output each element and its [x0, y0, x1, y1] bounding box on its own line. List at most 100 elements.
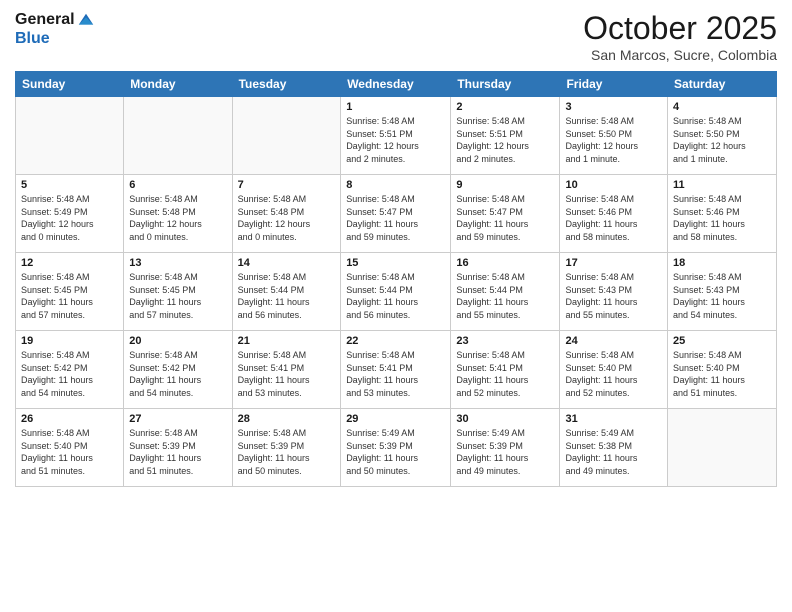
- day-number: 7: [238, 179, 336, 191]
- calendar-week-row: 26 Sunrise: 5:48 AM Sunset: 5:40 PM Dayli…: [16, 409, 777, 487]
- weekday-header-saturday: Saturday: [668, 72, 777, 97]
- day-info: Sunrise: 5:48 AM Sunset: 5:40 PM Dayligh…: [565, 349, 662, 399]
- day-number: 31: [565, 413, 662, 425]
- title-section: October 2025 San Marcos, Sucre, Colombia: [583, 10, 777, 63]
- day-number: 18: [673, 257, 771, 269]
- day-info: Sunrise: 5:49 AM Sunset: 5:39 PM Dayligh…: [456, 427, 554, 477]
- weekday-header-tuesday: Tuesday: [232, 72, 341, 97]
- day-info: Sunrise: 5:48 AM Sunset: 5:40 PM Dayligh…: [21, 427, 118, 477]
- calendar-cell: 27 Sunrise: 5:48 AM Sunset: 5:39 PM Dayli…: [124, 409, 232, 487]
- day-info: Sunrise: 5:48 AM Sunset: 5:48 PM Dayligh…: [238, 193, 336, 243]
- calendar-cell: 7 Sunrise: 5:48 AM Sunset: 5:48 PM Daylig…: [232, 175, 341, 253]
- calendar-cell: [16, 97, 124, 175]
- day-number: 10: [565, 179, 662, 191]
- day-info: Sunrise: 5:48 AM Sunset: 5:41 PM Dayligh…: [456, 349, 554, 399]
- day-number: 12: [21, 257, 118, 269]
- day-number: 29: [346, 413, 445, 425]
- location: San Marcos, Sucre, Colombia: [583, 47, 777, 63]
- day-number: 17: [565, 257, 662, 269]
- calendar-cell: 28Sunrise: 5:48 AM Sunset: 5:39 PM Dayli…: [232, 409, 341, 487]
- calendar-cell: 13 Sunrise: 5:48 AM Sunset: 5:45 PM Dayli…: [124, 253, 232, 331]
- calendar-cell: 25 Sunrise: 5:48 AM Sunset: 5:40 PM Dayli…: [668, 331, 777, 409]
- day-number: 2: [456, 101, 554, 113]
- logo-icon: [77, 12, 95, 30]
- day-info: Sunrise: 5:49 AM Sunset: 5:39 PM Dayligh…: [346, 427, 445, 477]
- calendar-cell: 2 Sunrise: 5:48 AM Sunset: 5:51 PM Daylig…: [451, 97, 560, 175]
- weekday-header-friday: Friday: [560, 72, 668, 97]
- day-number: 19: [21, 335, 118, 347]
- calendar-cell: 19 Sunrise: 5:48 AM Sunset: 5:42 PM Dayli…: [16, 331, 124, 409]
- calendar-cell: 3 Sunrise: 5:48 AM Sunset: 5:50 PM Daylig…: [560, 97, 668, 175]
- day-number: 21: [238, 335, 336, 347]
- day-number: 14: [238, 257, 336, 269]
- weekday-header-wednesday: Wednesday: [341, 72, 451, 97]
- calendar-cell: 16 Sunrise: 5:48 AM Sunset: 5:44 PM Dayli…: [451, 253, 560, 331]
- day-number: 13: [129, 257, 226, 269]
- day-info: Sunrise: 5:49 AM Sunset: 5:38 PM Dayligh…: [565, 427, 662, 477]
- day-info: Sunrise: 5:48 AM Sunset: 5:39 PM Dayligh…: [129, 427, 226, 477]
- day-number: 3: [565, 101, 662, 113]
- calendar-cell: [232, 97, 341, 175]
- day-info: Sunrise: 5:48 AM Sunset: 5:46 PM Dayligh…: [673, 193, 771, 243]
- day-number: 26: [21, 413, 118, 425]
- day-info: Sunrise: 5:48 AM Sunset: 5:51 PM Dayligh…: [456, 115, 554, 165]
- day-number: 27: [129, 413, 226, 425]
- day-info: Sunrise: 5:48 AM Sunset: 5:49 PM Dayligh…: [21, 193, 118, 243]
- day-info: Sunrise: 5:48 AM Sunset: 5:43 PM Dayligh…: [565, 271, 662, 321]
- day-info: Sunrise: 5:48 AM Sunset: 5:39 PM Dayligh…: [238, 427, 336, 477]
- calendar-cell: [124, 97, 232, 175]
- calendar-cell: 23 Sunrise: 5:48 AM Sunset: 5:41 PM Dayli…: [451, 331, 560, 409]
- page: General Blue October 2025 San Marcos, Su…: [0, 0, 792, 612]
- day-info: Sunrise: 5:48 AM Sunset: 5:40 PM Dayligh…: [673, 349, 771, 399]
- calendar-cell: 20Sunrise: 5:48 AM Sunset: 5:42 PM Dayli…: [124, 331, 232, 409]
- day-number: 11: [673, 179, 771, 191]
- day-number: 20: [129, 335, 226, 347]
- calendar-week-row: 1 Sunrise: 5:48 AM Sunset: 5:51 PM Daylig…: [16, 97, 777, 175]
- day-number: 8: [346, 179, 445, 191]
- calendar-cell: [668, 409, 777, 487]
- day-number: 6: [129, 179, 226, 191]
- day-number: 25: [673, 335, 771, 347]
- logo: General Blue: [15, 10, 95, 48]
- day-info: Sunrise: 5:48 AM Sunset: 5:45 PM Dayligh…: [21, 271, 118, 321]
- calendar-cell: 12 Sunrise: 5:48 AM Sunset: 5:45 PM Dayli…: [16, 253, 124, 331]
- day-info: Sunrise: 5:48 AM Sunset: 5:47 PM Dayligh…: [456, 193, 554, 243]
- day-number: 23: [456, 335, 554, 347]
- day-info: Sunrise: 5:48 AM Sunset: 5:42 PM Dayligh…: [21, 349, 118, 399]
- calendar-cell: 4Sunrise: 5:48 AM Sunset: 5:50 PM Daylig…: [668, 97, 777, 175]
- day-info: Sunrise: 5:48 AM Sunset: 5:41 PM Dayligh…: [238, 349, 336, 399]
- calendar-cell: 31 Sunrise: 5:49 AM Sunset: 5:38 PM Dayli…: [560, 409, 668, 487]
- calendar-cell: 9Sunrise: 5:48 AM Sunset: 5:47 PM Daylig…: [451, 175, 560, 253]
- day-number: 22: [346, 335, 445, 347]
- calendar-cell: 10Sunrise: 5:48 AM Sunset: 5:46 PM Dayli…: [560, 175, 668, 253]
- calendar-cell: 26 Sunrise: 5:48 AM Sunset: 5:40 PM Dayli…: [16, 409, 124, 487]
- day-info: Sunrise: 5:48 AM Sunset: 5:50 PM Dayligh…: [565, 115, 662, 165]
- month-title: October 2025: [583, 10, 777, 47]
- day-info: Sunrise: 5:48 AM Sunset: 5:45 PM Dayligh…: [129, 271, 226, 321]
- calendar-cell: 30 Sunrise: 5:49 AM Sunset: 5:39 PM Dayli…: [451, 409, 560, 487]
- day-info: Sunrise: 5:48 AM Sunset: 5:50 PM Dayligh…: [673, 115, 771, 165]
- day-number: 1: [346, 101, 445, 113]
- calendar-cell: 5 Sunrise: 5:48 AM Sunset: 5:49 PM Daylig…: [16, 175, 124, 253]
- weekday-header-sunday: Sunday: [16, 72, 124, 97]
- calendar-cell: 14Sunrise: 5:48 AM Sunset: 5:44 PM Dayli…: [232, 253, 341, 331]
- calendar-week-row: 5 Sunrise: 5:48 AM Sunset: 5:49 PM Daylig…: [16, 175, 777, 253]
- day-info: Sunrise: 5:48 AM Sunset: 5:48 PM Dayligh…: [129, 193, 226, 243]
- day-number: 16: [456, 257, 554, 269]
- calendar-week-row: 12 Sunrise: 5:48 AM Sunset: 5:45 PM Dayli…: [16, 253, 777, 331]
- day-info: Sunrise: 5:48 AM Sunset: 5:44 PM Dayligh…: [456, 271, 554, 321]
- day-number: 30: [456, 413, 554, 425]
- calendar-cell: 18 Sunrise: 5:48 AM Sunset: 5:43 PM Dayli…: [668, 253, 777, 331]
- calendar-cell: 11 Sunrise: 5:48 AM Sunset: 5:46 PM Dayli…: [668, 175, 777, 253]
- calendar-cell: 21 Sunrise: 5:48 AM Sunset: 5:41 PM Dayli…: [232, 331, 341, 409]
- day-info: Sunrise: 5:48 AM Sunset: 5:43 PM Dayligh…: [673, 271, 771, 321]
- day-number: 5: [21, 179, 118, 191]
- calendar-cell: 22 Sunrise: 5:48 AM Sunset: 5:41 PM Dayli…: [341, 331, 451, 409]
- day-info: Sunrise: 5:48 AM Sunset: 5:41 PM Dayligh…: [346, 349, 445, 399]
- day-info: Sunrise: 5:48 AM Sunset: 5:47 PM Dayligh…: [346, 193, 445, 243]
- weekday-header-monday: Monday: [124, 72, 232, 97]
- calendar-cell: 1Sunrise: 5:48 AM Sunset: 5:51 PM Daylig…: [341, 97, 451, 175]
- calendar-cell: 24Sunrise: 5:48 AM Sunset: 5:40 PM Dayli…: [560, 331, 668, 409]
- header: General Blue October 2025 San Marcos, Su…: [15, 10, 777, 63]
- day-info: Sunrise: 5:48 AM Sunset: 5:44 PM Dayligh…: [346, 271, 445, 321]
